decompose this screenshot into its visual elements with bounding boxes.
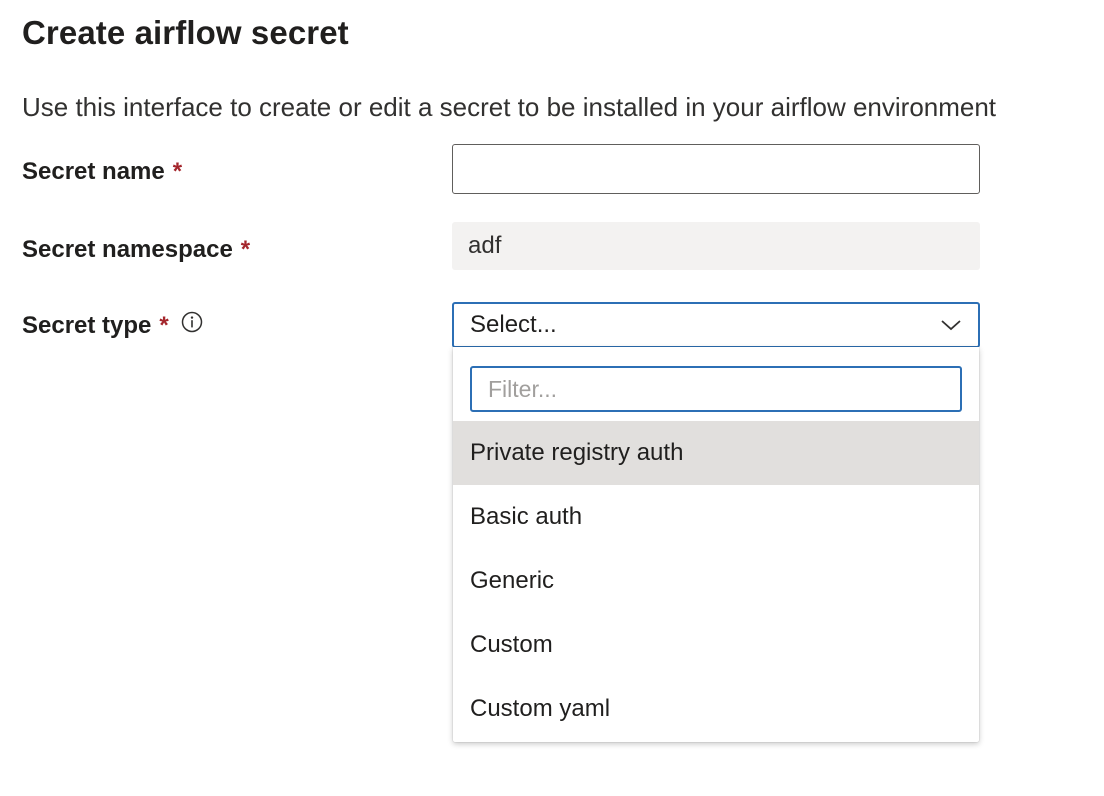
option-private-registry-auth[interactable]: Private registry auth	[453, 421, 979, 485]
secret-type-selected-value: Select...	[470, 311, 557, 338]
chevron-down-icon	[940, 314, 962, 336]
required-asterisk: *	[172, 158, 183, 185]
option-basic-auth[interactable]: Basic auth	[453, 485, 979, 549]
secret-namespace-label: Secret namespace *	[22, 236, 250, 264]
secret-namespace-field: adf	[452, 222, 980, 270]
secret-type-label: Secret type *	[22, 311, 203, 340]
secret-namespace-value: adf	[468, 232, 502, 259]
required-asterisk: *	[240, 236, 251, 263]
filter-input[interactable]	[470, 366, 962, 412]
secret-type-dropdown-menu: Private registry auth Basic auth Generic…	[453, 347, 979, 742]
secret-type-dropdown[interactable]: Select...	[452, 302, 980, 348]
dropdown-options-list: Private registry auth Basic auth Generic…	[453, 421, 979, 741]
create-secret-page: Create airflow secret Use this interface…	[0, 0, 1104, 796]
info-icon[interactable]	[181, 311, 203, 333]
option-custom-yaml[interactable]: Custom yaml	[453, 677, 979, 741]
option-custom[interactable]: Custom	[453, 613, 979, 677]
required-asterisk: *	[159, 312, 169, 339]
secret-name-label-text: Secret name	[22, 158, 165, 185]
secret-name-input[interactable]	[452, 144, 980, 194]
secret-name-label: Secret name *	[22, 158, 182, 186]
page-title: Create airflow secret	[22, 14, 349, 51]
secret-type-label-text: Secret type	[22, 312, 152, 339]
page-description: Use this interface to create or edit a s…	[22, 92, 997, 122]
option-generic[interactable]: Generic	[453, 549, 979, 613]
secret-namespace-label-text: Secret namespace	[22, 236, 233, 263]
